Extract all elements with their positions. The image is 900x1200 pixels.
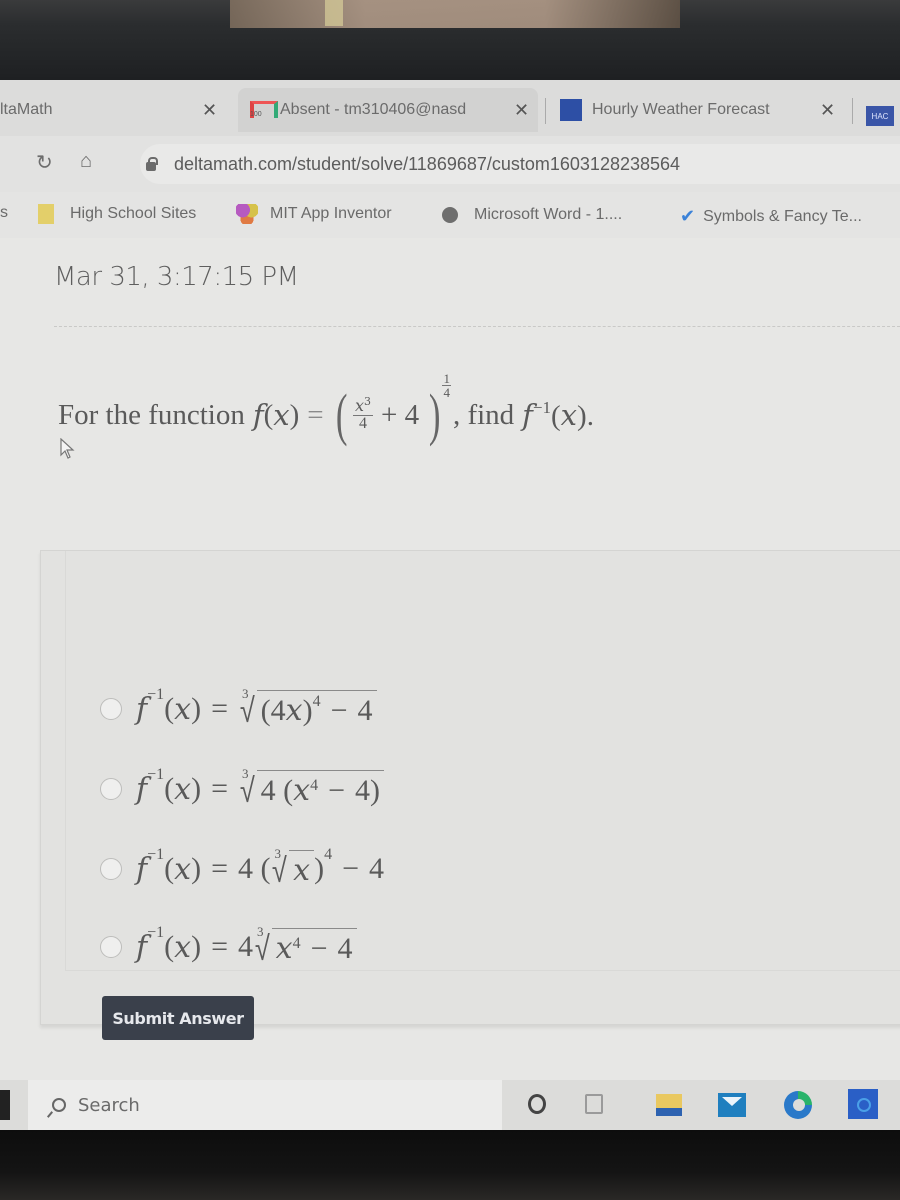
- divider: [54, 326, 900, 327]
- tab-deltamath[interactable]: ltaMath ✕: [0, 88, 230, 132]
- cube-root: 3 √ 4 (x4−4): [238, 766, 384, 808]
- address-bar[interactable]: deltamath.com/student/solve/11869687/cus…: [140, 144, 900, 184]
- background-reflection: [230, 0, 680, 28]
- radio-button[interactable]: [100, 698, 122, 720]
- cube-root: 3 √ (4x)4−4: [238, 686, 377, 728]
- timestamp: Mar 31, 3:17:15 PM: [54, 262, 299, 292]
- screen: ltaMath ✕ Absent - tm310406@nasd ✕ Hourl…: [0, 80, 900, 1130]
- checkmark-icon: ✔: [680, 206, 696, 226]
- answer-choice-4[interactable]: f −1(x) = 4 3 √ x4−4: [100, 924, 357, 966]
- radio-button[interactable]: [100, 936, 122, 958]
- answer-choice-1[interactable]: f −1(x) = 3 √ (4x)4−4: [100, 686, 377, 728]
- answer-choice-3[interactable]: f −1(x) = 4 ( 3 √ x ) 4−4: [100, 846, 384, 888]
- search-icon: [52, 1098, 66, 1112]
- radio-button[interactable]: [100, 858, 122, 880]
- bookmark-label: MIT App Inventor: [270, 205, 392, 222]
- reload-icon[interactable]: ↻: [36, 150, 53, 175]
- tab-label: Absent - tm310406@nasd: [280, 101, 467, 118]
- taskbar-search[interactable]: Search: [28, 1080, 502, 1130]
- radio-button[interactable]: [100, 778, 122, 800]
- tab-separator: [545, 98, 546, 124]
- url-text[interactable]: deltamath.com/student/solve/11869687/cus…: [174, 154, 680, 175]
- pinned-tab-hac[interactable]: HAC: [866, 106, 894, 126]
- browser-toolbar: ↻ ⌂ deltamath.com/student/solve/11869687…: [0, 136, 900, 192]
- tab-close-icon[interactable]: ✕: [202, 100, 217, 121]
- monitor-bezel-bottom: [0, 1130, 900, 1200]
- start-button[interactable]: [0, 1090, 10, 1120]
- file-explorer-icon[interactable]: [656, 1094, 682, 1116]
- mit-app-inventor-icon: [236, 204, 258, 224]
- tab-label: Hourly Weather Forecast: [592, 101, 770, 118]
- monitor-bezel-top: [0, 0, 900, 80]
- bookmark-label: High School Sites: [70, 205, 197, 222]
- search-placeholder: Search: [78, 1094, 140, 1116]
- cube-root: 3 √ x: [270, 846, 315, 888]
- browser-tab-strip: ltaMath ✕ Absent - tm310406@nasd ✕ Hourl…: [0, 80, 900, 136]
- bookmark-high-school-sites[interactable]: High School Sites: [38, 204, 196, 224]
- store-icon[interactable]: [848, 1089, 878, 1119]
- tab-separator: [852, 98, 853, 124]
- windows-taskbar: Search: [0, 1080, 900, 1130]
- tab-close-icon[interactable]: ✕: [514, 100, 529, 121]
- question-suffix: , find: [452, 398, 515, 431]
- function-expression: f(x) = ( x3 4 + 4 ) 14: [252, 370, 451, 447]
- task-view-icon[interactable]: [585, 1094, 603, 1114]
- mail-icon[interactable]: [718, 1093, 746, 1117]
- bookmark-apps-partial[interactable]: s: [0, 204, 8, 222]
- folder-icon: [38, 204, 54, 224]
- bookmarks-bar: s High School Sites MIT App Inventor Mic…: [0, 192, 900, 238]
- edge-icon[interactable]: [784, 1091, 812, 1119]
- tab-close-icon[interactable]: ✕: [820, 100, 835, 121]
- deltamath-page: Mar 31, 3:17:15 PM For the function f(x)…: [0, 238, 900, 1080]
- bookmark-label: Microsoft Word - 1....: [474, 206, 623, 223]
- home-icon[interactable]: ⌂: [80, 150, 92, 173]
- lock-icon: [146, 156, 158, 171]
- cortana-icon[interactable]: [528, 1094, 546, 1114]
- answer-choices-inner: [65, 551, 900, 971]
- globe-icon: [442, 207, 458, 223]
- mouse-cursor-icon: [60, 438, 75, 459]
- gmail-icon: [250, 101, 278, 119]
- bookmark-label: Symbols & Fancy Te...: [703, 207, 862, 225]
- question-target: f−1(x).: [522, 397, 594, 432]
- bookmark-microsoft-word[interactable]: Microsoft Word - 1....: [442, 206, 622, 224]
- bookmark-symbols-fancy-text[interactable]: ✔ Symbols & Fancy Te...: [680, 206, 862, 227]
- question-text: For the function f(x) = ( x3 4 + 4 ) 14 ,…: [58, 370, 594, 447]
- cube-root: 3 √ x4−4: [253, 924, 357, 966]
- tab-label: ltaMath: [0, 101, 53, 118]
- tab-weather[interactable]: Hourly Weather Forecast ✕: [560, 88, 850, 132]
- answer-choice-2[interactable]: f −1(x) = 3 √ 4 (x4−4): [100, 766, 384, 808]
- question-prefix: For the function: [58, 398, 245, 431]
- weather-channel-icon: [560, 99, 582, 121]
- bookmark-mit-app-inventor[interactable]: MIT App Inventor: [236, 204, 392, 224]
- background-reflection-highlight: [325, 0, 343, 26]
- tab-gmail-absent[interactable]: Absent - tm310406@nasd ✕: [238, 88, 538, 132]
- submit-answer-button[interactable]: Submit Answer: [102, 996, 254, 1040]
